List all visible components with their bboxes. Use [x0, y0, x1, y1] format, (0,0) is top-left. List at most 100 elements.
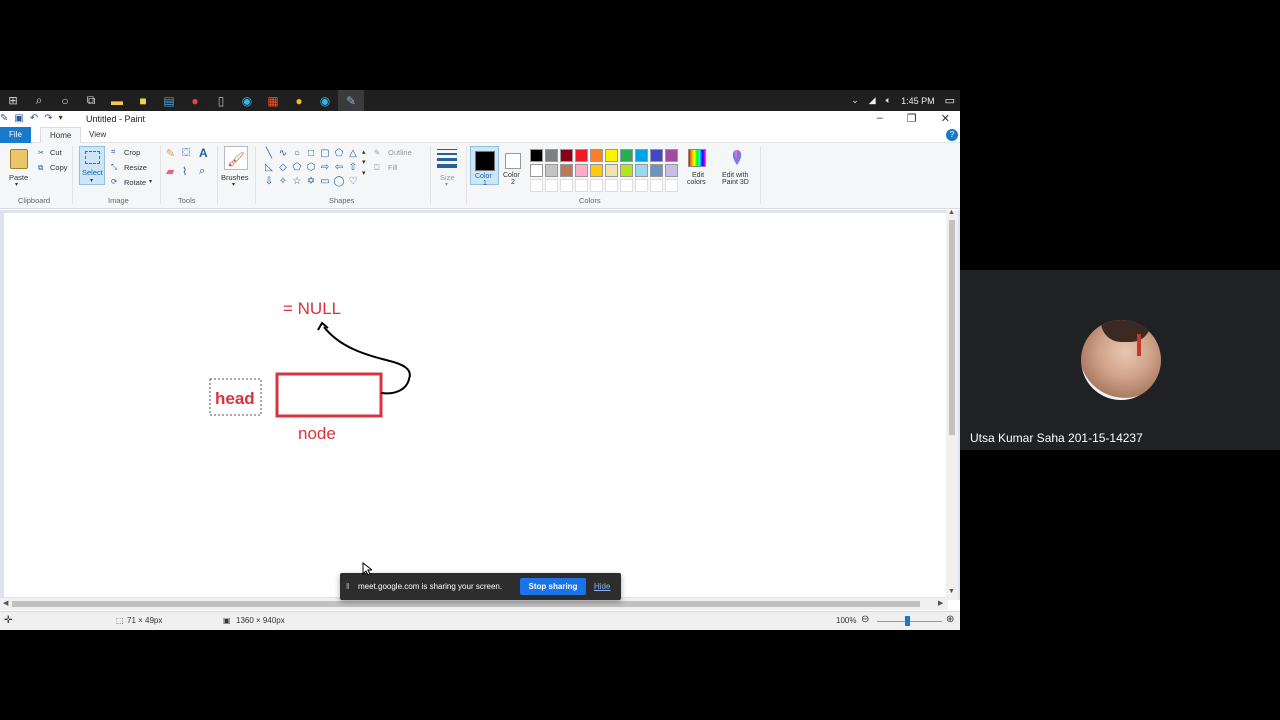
rotate-button[interactable]: Rotate — [124, 178, 146, 187]
color-swatch[interactable] — [650, 164, 663, 177]
chrome-icon[interactable]: ● — [182, 90, 208, 111]
text-tool-icon[interactable]: A — [199, 146, 208, 160]
color-swatch[interactable] — [605, 149, 618, 162]
color-swatch[interactable] — [590, 164, 603, 177]
tab-view[interactable]: View — [80, 127, 115, 143]
cut-button[interactable]: Cut — [50, 148, 62, 157]
callout-oval-icon[interactable]: ◯ — [332, 175, 346, 189]
color-swatch[interactable] — [620, 149, 633, 162]
diamond-shape-icon[interactable]: ◇ — [276, 161, 290, 175]
shapes-scroll-down-icon[interactable]: ▾ — [362, 158, 366, 166]
left-arrow-shape-icon[interactable]: ⇦ — [332, 161, 346, 175]
app-icon[interactable]: ▤ — [156, 90, 182, 111]
restore-button[interactable]: ❐ — [907, 112, 917, 125]
paste-dropdown-icon[interactable]: ▾ — [15, 181, 18, 188]
color-swatch[interactable] — [650, 149, 663, 162]
heart-icon[interactable]: ♡ — [346, 175, 360, 189]
color-swatch[interactable] — [545, 164, 558, 177]
hexagon-shape-icon[interactable]: ⬡ — [304, 161, 318, 175]
color-swatch[interactable] — [650, 179, 663, 192]
rounded-rectangle-shape-icon[interactable]: ▢ — [318, 147, 332, 161]
down-arrow-shape-icon[interactable]: ⇩ — [262, 175, 276, 189]
five-point-star-icon[interactable]: ☆ — [290, 175, 304, 189]
crop-button[interactable]: Crop — [124, 148, 140, 157]
color-picker-icon[interactable]: ⌇ — [182, 165, 187, 178]
edit-colors-label-line2[interactable]: colors — [687, 179, 706, 186]
paint3d-label-line2[interactable]: Paint 3D — [722, 179, 749, 186]
minimize-button[interactable]: – — [877, 112, 883, 125]
magnifier-icon[interactable]: ⌕ — [199, 165, 205, 178]
triangle-shape-icon[interactable]: △ — [346, 147, 360, 161]
size-icon[interactable] — [437, 149, 457, 171]
color-swatch[interactable] — [575, 179, 588, 192]
fill-bucket-icon[interactable]: ⛋ — [182, 147, 190, 160]
color-swatch[interactable] — [665, 149, 678, 162]
hide-link[interactable]: Hide — [594, 582, 610, 591]
zoom-out-icon[interactable]: ⊖ — [861, 614, 869, 625]
edge-icon[interactable]: ◉ — [234, 90, 260, 111]
scroll-right-icon[interactable]: ▶ — [938, 599, 943, 607]
color-swatch[interactable] — [545, 149, 558, 162]
color-swatch[interactable] — [530, 164, 543, 177]
shapes-scroll-up-icon[interactable]: ▴ — [362, 148, 366, 156]
color-swatch[interactable] — [665, 164, 678, 177]
drawing-canvas[interactable]: = NULL head node — [4, 213, 948, 597]
copy-button[interactable]: Copy — [50, 163, 68, 172]
zoom-slider-thumb[interactable] — [905, 616, 910, 626]
network-icon[interactable]: ◢ — [869, 95, 876, 106]
horizontal-scroll-thumb[interactable] — [12, 601, 920, 607]
color-palette[interactable] — [530, 149, 678, 192]
size-dropdown-icon[interactable]: ▾ — [445, 181, 448, 188]
color-swatch[interactable] — [560, 149, 573, 162]
color-swatch[interactable] — [665, 179, 678, 192]
edit-colors-label-line1[interactable]: Edit — [692, 172, 704, 179]
oval-shape-icon[interactable]: ○ — [290, 147, 304, 161]
brush-icon[interactable]: 🖌︎ — [224, 146, 248, 170]
redo-icon[interactable]: ↷ — [44, 113, 52, 124]
select-button[interactable]: Select ▾ — [79, 146, 105, 185]
right-arrow-shape-icon[interactable]: ⇨ — [318, 161, 332, 175]
fill-button[interactable]: Fill — [388, 163, 398, 172]
pencil-icon[interactable]: ✎ — [166, 147, 175, 160]
chevron-up-icon[interactable]: ⌄ — [851, 95, 859, 106]
file-icon[interactable]: ▯ — [208, 90, 234, 111]
resize-button[interactable]: Resize — [124, 163, 147, 172]
file-explorer-icon[interactable]: ▬ — [104, 90, 130, 111]
scroll-left-icon[interactable]: ◀ — [3, 599, 8, 607]
callout-rect-icon[interactable]: ▭ — [318, 175, 332, 189]
app-grid-icon[interactable]: ▦ — [260, 90, 286, 111]
rectangle-shape-icon[interactable]: □ — [304, 147, 318, 161]
paste-button[interactable]: Paste — [9, 173, 28, 182]
color-swatch[interactable] — [590, 179, 603, 192]
chrome-icon-2[interactable]: ● — [286, 90, 312, 111]
scroll-up-icon[interactable]: ▲ — [948, 209, 955, 216]
vertical-scroll-thumb[interactable] — [949, 220, 955, 435]
color-swatch[interactable] — [545, 179, 558, 192]
polygon-shape-icon[interactable]: ⬠ — [332, 147, 346, 161]
color-swatch[interactable] — [560, 164, 573, 177]
sticky-notes-icon[interactable]: ■ — [130, 90, 156, 111]
search-icon[interactable]: ⌕ — [26, 90, 52, 111]
color-swatch[interactable] — [560, 179, 573, 192]
color1-button[interactable]: Color 1 — [470, 146, 499, 187]
shapes-gallery[interactable]: ╲ ∿ ○ □ ▢ ⬠ △ ◺ ◇ ⬠ ⬡ ⇨ ⇦ ⇧ ⇩ ✧ ☆ ✡ ▭ ◯ … — [262, 147, 360, 189]
color-swatch[interactable] — [530, 179, 543, 192]
save-icon[interactable]: ▣ — [14, 113, 23, 124]
color-swatch[interactable] — [620, 179, 633, 192]
right-triangle-shape-icon[interactable]: ◺ — [262, 161, 276, 175]
line-shape-icon[interactable]: ╲ — [262, 147, 276, 161]
close-button[interactable]: ✕ — [941, 112, 950, 125]
color-swatch[interactable] — [605, 179, 618, 192]
windows-start-icon[interactable]: ⊞ — [0, 90, 26, 111]
color-swatch[interactable] — [605, 164, 618, 177]
undo-icon[interactable]: ↶ — [30, 113, 38, 124]
color-swatch[interactable] — [575, 164, 588, 177]
color-swatch[interactable] — [635, 164, 648, 177]
tab-home[interactable]: Home — [40, 127, 82, 143]
shapes-expand-icon[interactable]: ▾ — [362, 169, 366, 177]
up-arrow-shape-icon[interactable]: ⇧ — [346, 161, 360, 175]
paint3d-icon[interactable] — [730, 149, 744, 167]
edit-colors-icon[interactable] — [688, 149, 706, 167]
brushes-dropdown-icon[interactable]: ▾ — [232, 181, 235, 188]
six-point-star-icon[interactable]: ✡ — [304, 175, 318, 189]
